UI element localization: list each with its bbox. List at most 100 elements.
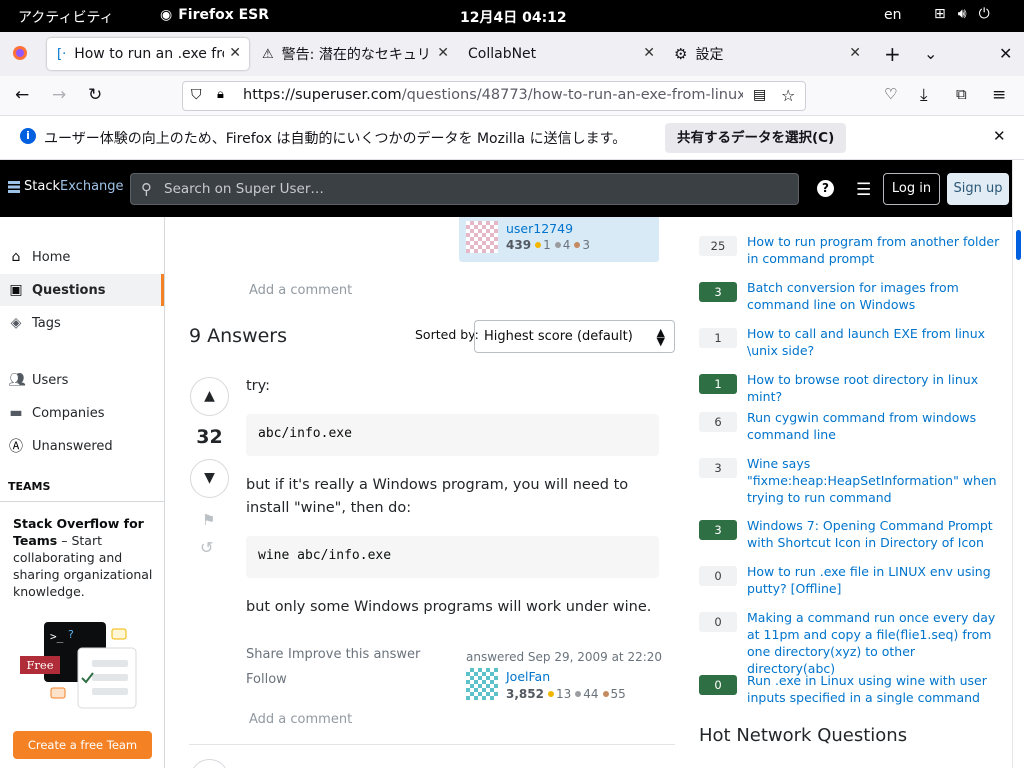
related-score: 6	[699, 412, 737, 432]
tab-collabnet[interactable]: CollabNet ✕	[458, 38, 663, 70]
downvote-button[interactable]: ▼	[190, 459, 229, 498]
related-link[interactable]: How to run .exe file in LINUX env using …	[747, 563, 1003, 597]
close-tab-icon[interactable]: ✕	[437, 45, 449, 61]
choose-data-button[interactable]: 共有するデータを選択(C)	[665, 123, 847, 153]
avatar[interactable]	[466, 668, 498, 700]
related-link[interactable]: Run .exe in Linux using wine with user i…	[747, 672, 1003, 706]
code-block: wine abc/info.exe	[246, 536, 659, 578]
tracking-protection-shield-icon[interactable]: ⛉	[191, 87, 202, 103]
page-icon: [·	[57, 46, 67, 62]
extensions-icon[interactable]: ⧉	[956, 85, 967, 103]
close-tab-icon[interactable]: ✕	[229, 45, 241, 61]
select-caret-icon: ▲ ▼	[656, 326, 665, 348]
share-link[interactable]: Share	[246, 647, 284, 662]
signup-button[interactable]: Sign up	[947, 173, 1009, 205]
question-owner-card: user12749 439 1 4 3	[459, 217, 659, 262]
sidebar-item-label: Tags	[32, 315, 61, 331]
hamburger-menu-icon[interactable]: ≡	[992, 85, 1006, 105]
briefcase-icon: ▬	[9, 405, 23, 421]
site-search-input[interactable]: ⚲ Search on Super User…	[130, 173, 799, 205]
close-window-icon[interactable]: ✕	[999, 44, 1012, 63]
bookmark-star-icon[interactable]: ☆	[781, 86, 795, 105]
related-link[interactable]: Batch conversion for images from command…	[747, 279, 1003, 313]
related-link[interactable]: How to call and launch EXE from linux \u…	[747, 325, 1003, 359]
improve-answer-link[interactable]: Improve this answer	[288, 647, 420, 662]
activities-button[interactable]: アクティビティ	[18, 7, 114, 27]
pocket-icon[interactable]: ♡	[884, 85, 897, 103]
answer-author-card: JoelFan 3,852 13 44 55	[466, 667, 666, 707]
sidebar-item-tags[interactable]: ◈ Tags	[0, 307, 164, 339]
bronze-badge-icon	[602, 691, 609, 697]
reader-view-icon[interactable]: ▤	[753, 87, 766, 103]
answer-divider	[189, 744, 675, 745]
related-link[interactable]: Wine says "fixme:heap:HeapSetInformation…	[747, 455, 1003, 506]
new-tab-icon[interactable]: +	[884, 42, 901, 66]
sidebar-item-users[interactable]: 👥︎ Users	[0, 364, 164, 396]
next-answer-upvote-button[interactable]	[190, 759, 229, 768]
sidebar-item-home[interactable]: ⌂ Home	[0, 241, 164, 273]
teams-promo-text: Stack Overflow for Teams – Start collabo…	[13, 515, 153, 600]
stackexchange-logo[interactable]: StackExchange	[8, 179, 124, 194]
bronze-badge-count: 3	[582, 238, 590, 252]
question-owner-name[interactable]: user12749	[506, 221, 573, 236]
tab-security-warning[interactable]: ⚠ 警告: 潜在的なセキュリ ✕	[252, 38, 457, 70]
gold-badge-count: 13	[555, 687, 572, 701]
answer-sort-select[interactable]: Highest score (default) ▲ ▼	[474, 320, 675, 353]
url-text[interactable]: https://superuser.com/questions/48773/ho…	[243, 87, 743, 103]
clock[interactable]: 12月4日 04:12	[460, 7, 567, 27]
svg-text:?: ?	[68, 628, 74, 641]
tab-settings[interactable]: ⚙ 設定 ✕	[664, 38, 869, 70]
tab-title: 警告: 潜在的なセキュリ	[281, 47, 431, 63]
close-tab-icon[interactable]: ✕	[643, 45, 655, 61]
answer-paragraph: but only some Windows programs will work…	[246, 599, 652, 615]
tab-title: How to run an .exe from	[74, 46, 224, 62]
url-bar[interactable]: ⛉ 🔒︎ https://superuser.com/questions/487…	[182, 81, 806, 111]
hot-network-questions-heading: Hot Network Questions	[699, 725, 908, 746]
answer-author-name[interactable]: JoelFan	[506, 669, 550, 684]
back-arrow-icon[interactable]: ←	[15, 85, 29, 105]
login-button[interactable]: Log in	[883, 173, 940, 205]
related-score: 0	[699, 566, 737, 586]
firefox-view-icon[interactable]	[12, 45, 28, 65]
reputation-score: 3,852	[506, 687, 544, 701]
answered-timestamp[interactable]: answered Sep 29, 2009 at 22:20	[466, 650, 662, 664]
sidebar-item-questions[interactable]: ▣ Questions	[0, 274, 164, 306]
related-link[interactable]: Windows 7: Opening Command Prompt with S…	[747, 517, 1003, 551]
info-icon: i	[20, 128, 36, 144]
lock-icon[interactable]: 🔒︎	[217, 87, 224, 102]
downloads-icon[interactable]: ⤓	[920, 85, 928, 105]
add-comment-link[interactable]: Add a comment	[249, 283, 352, 298]
search-icon: ⚲	[141, 180, 152, 198]
reputation-score: 439	[506, 238, 532, 252]
forward-arrow-icon[interactable]: →	[52, 85, 66, 105]
create-team-button[interactable]: Create a free Team	[13, 731, 152, 759]
add-comment-link[interactable]: Add a comment	[249, 712, 352, 727]
tab-active[interactable]: [· How to run an .exe from ✕	[47, 38, 249, 70]
sidebar-item-companies[interactable]: ▬ Companies	[0, 397, 164, 429]
site-switcher-icon[interactable]: ☰	[856, 180, 871, 200]
navigation-toolbar: ← → ↻ ⛉ 🔒︎ https://superuser.com/questio…	[0, 76, 1024, 116]
browser-tab-strip: [· How to run an .exe from ✕ ⚠ 警告: 潜在的なセ…	[0, 32, 1024, 76]
related-link[interactable]: Making a command run once every day at 1…	[747, 609, 1003, 677]
history-icon[interactable]: ↺	[200, 538, 213, 557]
sidebar-item-unanswered[interactable]: Ⓐ Unanswered	[0, 430, 164, 462]
app-menu[interactable]: ◉ Firefox ESR	[160, 7, 269, 23]
scrollbar-thumb[interactable]	[1016, 230, 1021, 260]
reload-icon[interactable]: ↻	[88, 85, 102, 105]
system-tray[interactable]: ⊞ 🔊︎ ⏻	[934, 6, 990, 22]
bookmark-icon[interactable]: ⚑	[202, 511, 215, 529]
sidebar-item-label: Unanswered	[32, 438, 113, 454]
close-tab-icon[interactable]: ✕	[849, 45, 861, 61]
tab-list-chevron-icon[interactable]: ⌄	[924, 44, 937, 63]
related-link[interactable]: Run cygwin command from windows command …	[747, 409, 1003, 443]
volume-icon: 🔊︎	[957, 6, 967, 22]
follow-link[interactable]: Follow	[246, 672, 287, 687]
upvote-button[interactable]: ▲	[190, 377, 229, 416]
related-link[interactable]: How to browse root directory in linux mi…	[747, 371, 1003, 405]
input-language-indicator[interactable]: en	[884, 7, 902, 23]
avatar[interactable]	[466, 221, 498, 253]
related-link[interactable]: How to run program from another folder i…	[747, 233, 1003, 267]
close-icon[interactable]: ✕	[993, 127, 1006, 145]
help-icon[interactable]: ?	[817, 180, 834, 197]
related-score: 25	[699, 236, 737, 256]
